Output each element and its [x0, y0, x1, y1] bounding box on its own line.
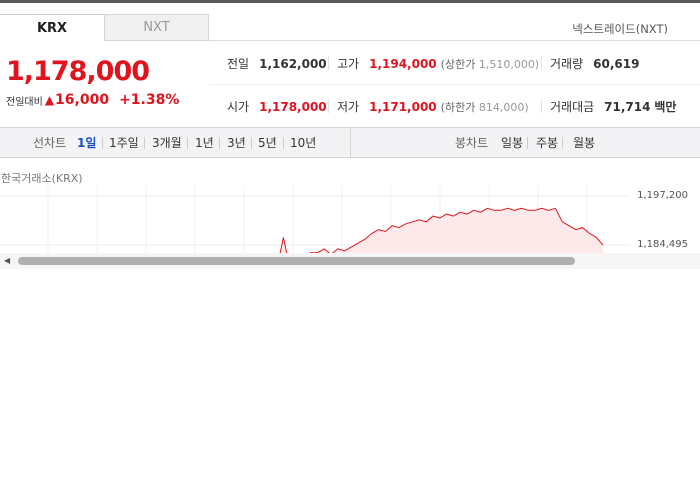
- divider: [541, 99, 542, 113]
- line-chart-label: 선차트: [33, 136, 67, 150]
- open-label: 시가: [227, 100, 250, 114]
- trade-amount: 거래대금 71,714 백만: [550, 98, 676, 115]
- period-separator: [144, 137, 145, 149]
- lower-limit-value: 814,000): [478, 101, 529, 114]
- candle-daily[interactable]: 일봉: [501, 134, 523, 151]
- top-border: [0, 0, 700, 3]
- period-selector-bar: 선차트 1일 1주일 3개월 1년 3년 5년 10년 봉차트 일봉 주봉 월봉: [0, 127, 700, 158]
- period-1y[interactable]: 1년: [195, 134, 214, 151]
- high-label: 고가: [337, 57, 360, 71]
- chart-area-fill: [195, 208, 603, 254]
- tab-underline: [209, 40, 700, 41]
- volume: 거래량 60,619: [550, 55, 639, 72]
- divider: [541, 56, 542, 70]
- day-high: 고가 1,194,000 (상한가 1,510,000): [337, 55, 539, 72]
- exchange-label: 한국거래소(KRX): [1, 172, 83, 185]
- low-label: 저가: [337, 100, 360, 114]
- period-3y[interactable]: 3년: [227, 134, 246, 151]
- period-separator: [283, 137, 284, 149]
- upper-limit-value: 1,510,000): [478, 58, 540, 71]
- period-1d[interactable]: 1일: [77, 134, 96, 151]
- period-bar-divider: [350, 128, 351, 157]
- tab-krx[interactable]: KRX: [0, 14, 105, 41]
- volume-label: 거래량: [550, 57, 584, 71]
- change-percent: +1.38%: [119, 92, 180, 108]
- prev-close: 전일 1,162,000: [227, 55, 327, 72]
- low-value: 1,171,000: [369, 100, 437, 114]
- candle-monthly[interactable]: 월봉: [573, 134, 595, 151]
- candle-weekly[interactable]: 주봉: [536, 134, 558, 151]
- up-arrow-icon: ▲: [44, 93, 55, 107]
- price-chart: [0, 186, 630, 254]
- period-1w[interactable]: 1주일: [109, 134, 139, 151]
- upper-limit-label: (상한가: [440, 58, 476, 71]
- change-value: 16,000: [55, 92, 110, 108]
- period-5y[interactable]: 5년: [258, 134, 277, 151]
- period-separator: [562, 137, 563, 149]
- day-low: 저가 1,171,000 (하한가 814,000): [337, 98, 529, 115]
- volume-value: 60,619: [593, 57, 640, 71]
- open-value: 1,178,000: [259, 100, 327, 114]
- open-price: 시가 1,178,000: [227, 98, 327, 115]
- period-10y[interactable]: 10년: [290, 134, 316, 151]
- divider: [328, 99, 329, 113]
- change-label: 전일대비: [6, 96, 43, 108]
- info-row-divider: [209, 84, 700, 85]
- period-3m[interactable]: 3개월: [152, 134, 182, 151]
- period-separator: [251, 137, 252, 149]
- amount-label: 거래대금: [550, 100, 595, 114]
- scrollbar-thumb[interactable]: [18, 257, 575, 265]
- tab-nxt[interactable]: NXT: [104, 14, 209, 41]
- period-separator: [102, 137, 103, 149]
- amount-value: 71,714: [604, 100, 651, 114]
- current-price: 1,178,000: [6, 56, 150, 87]
- amount-unit: 백만: [654, 100, 677, 114]
- prev-close-label: 전일: [227, 57, 250, 71]
- y-tick-label: 1,184,495: [637, 239, 688, 250]
- high-value: 1,194,000: [369, 57, 437, 71]
- price-change: 전일대비 ▲ 16,000 +1.38%: [6, 92, 179, 108]
- period-separator: [219, 137, 220, 149]
- y-tick-label: 1,197,200: [637, 190, 688, 201]
- candle-chart-label: 봉차트: [455, 136, 489, 150]
- period-separator: [527, 137, 528, 149]
- period-separator: [187, 137, 188, 149]
- prev-close-value: 1,162,000: [259, 57, 327, 71]
- scroll-left-arrow-icon[interactable]: ◀: [4, 256, 10, 265]
- divider: [328, 56, 329, 70]
- lower-limit-label: (하한가: [440, 101, 476, 114]
- nxt-link[interactable]: 넥스트레이드(NXT): [572, 21, 668, 37]
